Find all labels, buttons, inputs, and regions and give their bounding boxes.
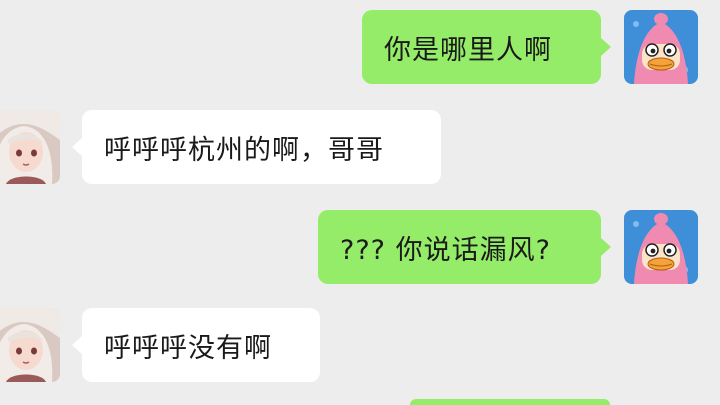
bubble-tail <box>72 336 82 354</box>
message-text: ??? 你说话漏风? <box>340 234 551 266</box>
message-text: 呼呼呼没有啊 <box>104 332 272 364</box>
their-avatar-icon[interactable] <box>0 308 60 382</box>
message-text: 呼呼呼杭州的啊，哥哥 <box>104 134 384 166</box>
message-bubble-sent[interactable]: 你是哪里人啊 <box>362 10 601 84</box>
message-bubble-received[interactable]: 呼呼呼没有啊 <box>82 308 320 382</box>
message-bubble-sent[interactable]: ??? 你说话漏风? <box>318 210 601 284</box>
message-bubble-received[interactable]: 呼呼呼杭州的啊，哥哥 <box>82 110 441 184</box>
bubble-tail <box>72 138 82 156</box>
next-message-peek <box>0 396 720 405</box>
their-avatar-icon[interactable] <box>0 110 60 184</box>
bubble-tail <box>601 38 611 56</box>
message-text: 你是哪里人啊 <box>384 34 552 66</box>
message-bubble-sent-partial[interactable] <box>410 399 610 405</box>
my-avatar-icon[interactable] <box>624 10 698 84</box>
bubble-tail <box>601 238 611 256</box>
my-avatar-icon[interactable] <box>624 210 698 284</box>
